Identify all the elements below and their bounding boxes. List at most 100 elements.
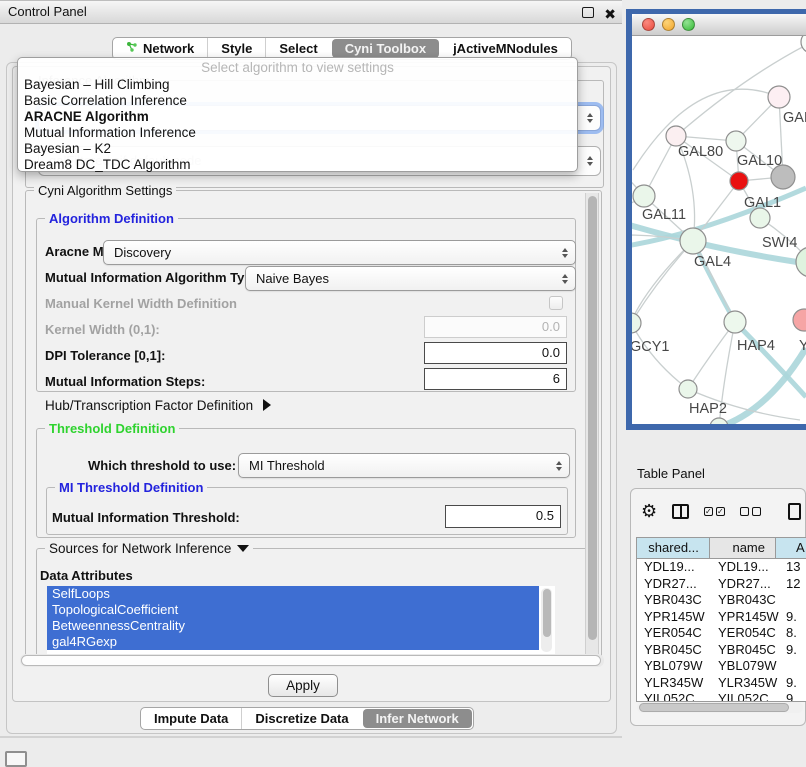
node-green-mid[interactable] xyxy=(750,208,770,228)
node-label: GAL10 xyxy=(737,153,782,169)
tab-discretize-data[interactable]: Discretize Data xyxy=(241,708,361,729)
mi-threshold-label: Mutual Information Threshold: xyxy=(52,510,240,525)
sources-label[interactable]: Sources for Network Inference xyxy=(45,541,253,556)
aracne-mode-combobox[interactable]: Discovery xyxy=(103,240,576,265)
node-gal4[interactable] xyxy=(680,228,706,254)
data-attributes-list[interactable]: SelfLoopsTopologicalCoefficientBetweenne… xyxy=(47,586,555,656)
manual-kernel-checkbox[interactable] xyxy=(549,296,563,310)
settings-horizontal-scrollbar[interactable] xyxy=(20,654,604,667)
node-label: GAL xyxy=(783,110,806,126)
table-row[interactable]: YLR345WYLR345W9. xyxy=(637,675,806,692)
mi-steps-field[interactable]: 6 xyxy=(424,368,567,390)
node-gcy1[interactable] xyxy=(632,313,641,333)
popup-item[interactable]: ARACNE Algorithm xyxy=(18,109,577,125)
table-cell: YDL19... xyxy=(712,559,780,576)
node-label: Y xyxy=(799,338,806,354)
dpi-tolerance-field[interactable]: 0.0 xyxy=(424,342,567,364)
attribute-list-item[interactable]: SelfLoops xyxy=(47,586,539,602)
tab-infer-network[interactable]: Infer Network xyxy=(363,709,472,728)
table-row[interactable]: YDL19...YDL19...13 xyxy=(637,559,806,576)
node-gal10[interactable] xyxy=(726,131,746,151)
node-bottom-partial[interactable] xyxy=(710,418,728,424)
column-header[interactable]: A xyxy=(776,538,806,558)
kernel-width-label: Kernel Width (0,1): xyxy=(45,322,160,337)
node-swi4-big[interactable] xyxy=(796,247,806,277)
close-traffic-light-icon[interactable] xyxy=(642,18,655,31)
table-cell: YBR045C xyxy=(637,642,712,659)
popup-item[interactable]: Dream8 DC_TDC Algorithm xyxy=(18,157,577,173)
column-header[interactable]: name xyxy=(710,538,776,558)
node-label: GAL11 xyxy=(642,207,686,223)
table-cell: 9. xyxy=(780,609,806,626)
node-pink-top[interactable] xyxy=(768,86,790,108)
close-icon[interactable]: ✖ xyxy=(604,3,616,25)
table-horizontal-scrollbar[interactable] xyxy=(637,702,803,713)
settings-vertical-scrollbar-thumb[interactable] xyxy=(588,196,597,640)
apply-button[interactable]: Apply xyxy=(268,674,338,697)
tab-network[interactable]: Network xyxy=(113,38,207,59)
node-gal11[interactable] xyxy=(633,185,655,207)
node-hap4[interactable] xyxy=(724,311,746,333)
popup-item[interactable]: Bayesian – K2 xyxy=(18,141,577,157)
node-hap2[interactable] xyxy=(679,380,697,398)
table-cell: YBR043C xyxy=(712,592,780,609)
settings-vertical-scrollbar[interactable] xyxy=(585,193,599,663)
network-graph[interactable]: GALGAL80GAL10GAL1GAL11SWI4GAL4GCY1HAP4YH… xyxy=(632,36,806,424)
table-row[interactable]: YBR045CYBR045C9. xyxy=(637,642,806,659)
network-window-titlebar[interactable] xyxy=(632,14,806,36)
network-edge xyxy=(632,241,693,323)
popup-item[interactable]: Bayesian – Hill Climbing xyxy=(18,77,577,93)
network-edge xyxy=(688,322,735,389)
tab-cyni-toolbox[interactable]: Cyni Toolbox xyxy=(332,39,439,58)
attribute-list-item[interactable]: BetweennessCentrality xyxy=(47,618,539,634)
tab-impute-data[interactable]: Impute Data xyxy=(141,708,241,729)
minimize-traffic-light-icon[interactable] xyxy=(662,18,675,31)
hub-definition-expander[interactable]: Hub/Transcription Factor Definition xyxy=(45,398,271,413)
algorithm-popup: Select algorithm to view settings Bayesi… xyxy=(17,57,578,172)
tab-jactivemnodules[interactable]: jActiveMNodules xyxy=(440,38,571,59)
new-column-icon[interactable] xyxy=(788,503,801,520)
select-checks-icon[interactable]: ✓✓ xyxy=(704,507,725,516)
table-row[interactable]: YDR27...YDR27...12 xyxy=(637,576,806,593)
tab-style[interactable]: Style xyxy=(207,38,265,59)
manual-kernel-label: Manual Kernel Width Definition xyxy=(45,296,237,311)
clear-checks-icon[interactable] xyxy=(740,507,761,516)
mi-threshold-field[interactable]: 0.5 xyxy=(445,505,561,528)
attributes-scrollbar-thumb[interactable] xyxy=(543,589,551,637)
network-view-window: GALGAL80GAL10GAL1GAL11SWI4GAL4GCY1HAP4YH… xyxy=(626,9,806,430)
attribute-list-item[interactable]: TopologicalCoefficient xyxy=(47,602,539,618)
popup-item[interactable]: Basic Correlation Inference xyxy=(18,93,577,109)
which-threshold-label: Which threshold to use: xyxy=(88,458,236,473)
gear-icon[interactable]: ⚙ xyxy=(641,501,657,521)
float-window-icon[interactable] xyxy=(582,7,594,18)
corner-button[interactable] xyxy=(5,751,27,767)
table-toolbar: ⚙ ✓✓ xyxy=(641,499,801,523)
table-row[interactable]: YER054CYER054C8. xyxy=(637,625,806,642)
network-canvas[interactable]: GALGAL80GAL10GAL1GAL11SWI4GAL4GCY1HAP4YH… xyxy=(632,36,806,424)
tab-label: Select xyxy=(279,38,317,59)
node-salmon[interactable] xyxy=(793,309,806,331)
node-label: SWI4 xyxy=(762,235,797,251)
node-top-partial[interactable] xyxy=(801,36,806,53)
kernel-width-field[interactable]: 0.0 xyxy=(424,316,567,338)
node-gal80[interactable] xyxy=(666,126,686,146)
cyni-algorithm-settings-label: Cyni Algorithm Settings xyxy=(34,183,176,198)
control-panel-title: Control Panel xyxy=(8,1,87,23)
tab-select[interactable]: Select xyxy=(265,38,330,59)
tab-label: Discretize Data xyxy=(255,708,348,729)
column-header[interactable]: shared... xyxy=(637,538,710,558)
zoom-traffic-light-icon[interactable] xyxy=(682,18,695,31)
table-horizontal-scrollbar-thumb[interactable] xyxy=(639,703,789,712)
table-row[interactable]: YBL079WYBL079W xyxy=(637,658,806,675)
attribute-list-item[interactable]: gal4RGexp xyxy=(47,634,539,650)
settings-horizontal-scrollbar-thumb[interactable] xyxy=(21,655,601,666)
which-threshold-combobox[interactable]: MI Threshold xyxy=(238,453,570,478)
table-row[interactable]: YIL052CYIL052C9 xyxy=(637,691,806,701)
node-red[interactable] xyxy=(730,172,748,190)
table-row[interactable]: YBR043CYBR043C xyxy=(637,592,806,609)
split-columns-icon[interactable] xyxy=(672,504,689,519)
popup-item[interactable]: Mutual Information Inference xyxy=(18,125,577,141)
mi-type-combobox[interactable]: Naive Bayes xyxy=(245,266,576,291)
table-row[interactable]: YPR145WYPR145W9. xyxy=(637,609,806,626)
attributes-scrollbar[interactable] xyxy=(541,588,552,652)
